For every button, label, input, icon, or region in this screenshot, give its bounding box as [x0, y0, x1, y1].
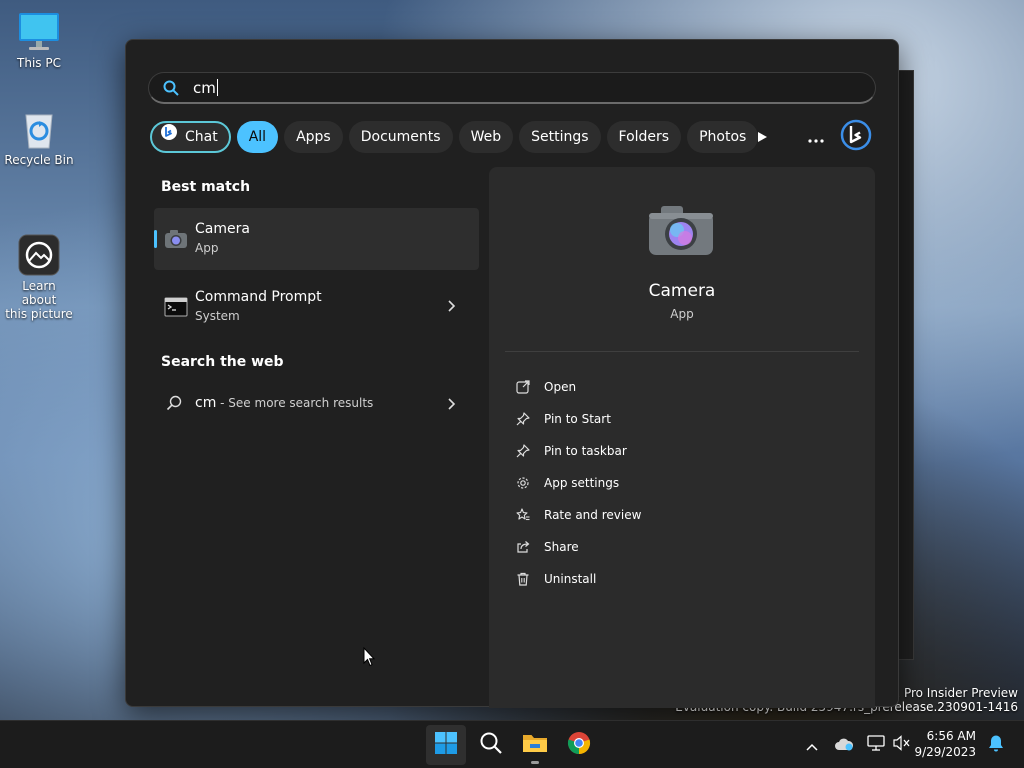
web-search-result[interactable]: cm - See more search results [154, 387, 479, 421]
windows-icon [434, 731, 458, 759]
best-match-heading: Best match [161, 179, 251, 195]
mouse-pointer-icon [363, 646, 376, 671]
result-subtitle: App [195, 241, 219, 255]
action-uninstall[interactable]: Uninstall [515, 563, 641, 595]
pin-icon [515, 411, 531, 427]
filter-apps[interactable]: Apps [284, 121, 343, 153]
taskbar-file-explorer-button[interactable] [515, 725, 555, 765]
search-icon [163, 80, 179, 100]
bing-chat-icon [160, 123, 178, 151]
share-icon [515, 539, 531, 555]
learn-picture-icon [17, 219, 61, 276]
camera-icon [647, 203, 715, 257]
folder-icon [522, 732, 548, 758]
filter-chat-label: Chat [185, 129, 218, 145]
action-label: App settings [544, 476, 620, 490]
bing-button[interactable] [838, 119, 874, 155]
filter-bar: Chat All Apps Documents Web Settings Fol… [150, 121, 759, 153]
volume-muted-icon [893, 735, 911, 755]
web-query: cm [195, 395, 217, 411]
camera-icon [164, 227, 188, 251]
bing-icon [840, 119, 872, 155]
onedrive-tray-button[interactable] [834, 735, 854, 755]
action-share[interactable]: Share [515, 531, 641, 563]
search-icon [479, 731, 503, 759]
more-icon [808, 128, 824, 147]
web-query-suffix: - See more search results [216, 396, 374, 410]
action-pin-to-start[interactable]: Pin to Start [515, 403, 641, 435]
desktop-icon-label: This PC [17, 56, 61, 70]
search-query: cm [193, 79, 216, 97]
desktop-icon-label: Learn about this picture [5, 279, 73, 321]
star-icon [515, 507, 531, 523]
cloud-icon [834, 736, 854, 755]
running-indicator [531, 761, 539, 764]
show-hidden-icons-button[interactable] [802, 735, 822, 755]
volume-tray-button[interactable] [892, 735, 912, 755]
clock-time: 6:56 AM [926, 729, 976, 743]
gear-icon [515, 475, 531, 491]
selection-indicator [154, 230, 157, 248]
desktop-icon-recycle-bin[interactable]: Recycle Bin [4, 107, 74, 167]
terminal-icon [164, 295, 188, 319]
taskbar-search-button[interactable] [471, 725, 511, 765]
action-open[interactable]: Open [515, 371, 641, 403]
chrome-icon [567, 731, 591, 759]
more-filters-button[interactable] [746, 121, 778, 153]
desktop-icon-learn-about-picture[interactable]: Learn about this picture [4, 205, 74, 321]
more-options-button[interactable] [800, 121, 832, 153]
filter-settings[interactable]: Settings [519, 121, 601, 153]
action-label: Rate and review [544, 508, 642, 522]
taskbar-start-button[interactable] [426, 725, 466, 765]
network-icon [867, 735, 885, 755]
notifications-button[interactable] [986, 735, 1006, 755]
divider [505, 351, 859, 352]
desktop-icon-this-pc[interactable]: This PC [4, 10, 74, 70]
result-title: Command Prompt [195, 289, 322, 305]
filter-documents[interactable]: Documents [348, 121, 453, 153]
search-panel: cm Chat All Apps Documents Web Settings … [125, 39, 899, 708]
desktop-icon-label: Recycle Bin [4, 153, 74, 167]
action-label: Pin to taskbar [544, 444, 627, 458]
result-command-prompt[interactable]: Command Prompt System [154, 276, 479, 338]
filter-all[interactable]: All [236, 121, 279, 153]
recycle-bin-icon [17, 107, 61, 151]
action-app-settings[interactable]: App settings [515, 467, 641, 499]
action-label: Uninstall [544, 572, 597, 586]
taskbar-chrome-button[interactable] [559, 725, 599, 765]
detail-app-type: App [670, 307, 694, 321]
action-label: Share [544, 540, 579, 554]
chevron-up-icon [806, 736, 818, 755]
search-icon [166, 395, 182, 415]
play-icon [756, 128, 768, 147]
detail-app-name: Camera [648, 281, 716, 301]
search-web-heading: Search the web [161, 354, 284, 370]
action-rate-and-review[interactable]: Rate and review [515, 499, 641, 531]
search-input[interactable]: cm [148, 72, 876, 104]
monitor-icon [17, 10, 61, 54]
trash-icon [515, 571, 531, 587]
chevron-right-icon[interactable] [447, 298, 457, 318]
action-label: Open [544, 380, 577, 394]
pin-icon [515, 443, 531, 459]
detail-pane: Camera App Open Pin to Start Pin to task… [489, 167, 875, 708]
chevron-right-icon[interactable] [447, 396, 457, 416]
result-camera[interactable]: Camera App [154, 208, 479, 270]
network-tray-button[interactable] [866, 735, 886, 755]
action-label: Pin to Start [544, 412, 611, 426]
action-list: Open Pin to Start Pin to taskbar App set… [515, 371, 641, 595]
text-caret [216, 79, 218, 96]
filter-chat[interactable]: Chat [150, 121, 231, 153]
filter-web[interactable]: Web [458, 121, 514, 153]
taskbar: 6:56 AM 9/29/2023 [0, 720, 1024, 768]
result-title: Camera [195, 221, 250, 237]
open-external-icon [515, 379, 531, 395]
filter-folders[interactable]: Folders [606, 121, 682, 153]
result-subtitle: System [195, 309, 240, 323]
action-pin-to-taskbar[interactable]: Pin to taskbar [515, 435, 641, 467]
taskbar-clock[interactable]: 6:56 AM 9/29/2023 [914, 728, 976, 760]
clock-date: 9/29/2023 [914, 745, 976, 759]
bell-icon [988, 734, 1004, 756]
